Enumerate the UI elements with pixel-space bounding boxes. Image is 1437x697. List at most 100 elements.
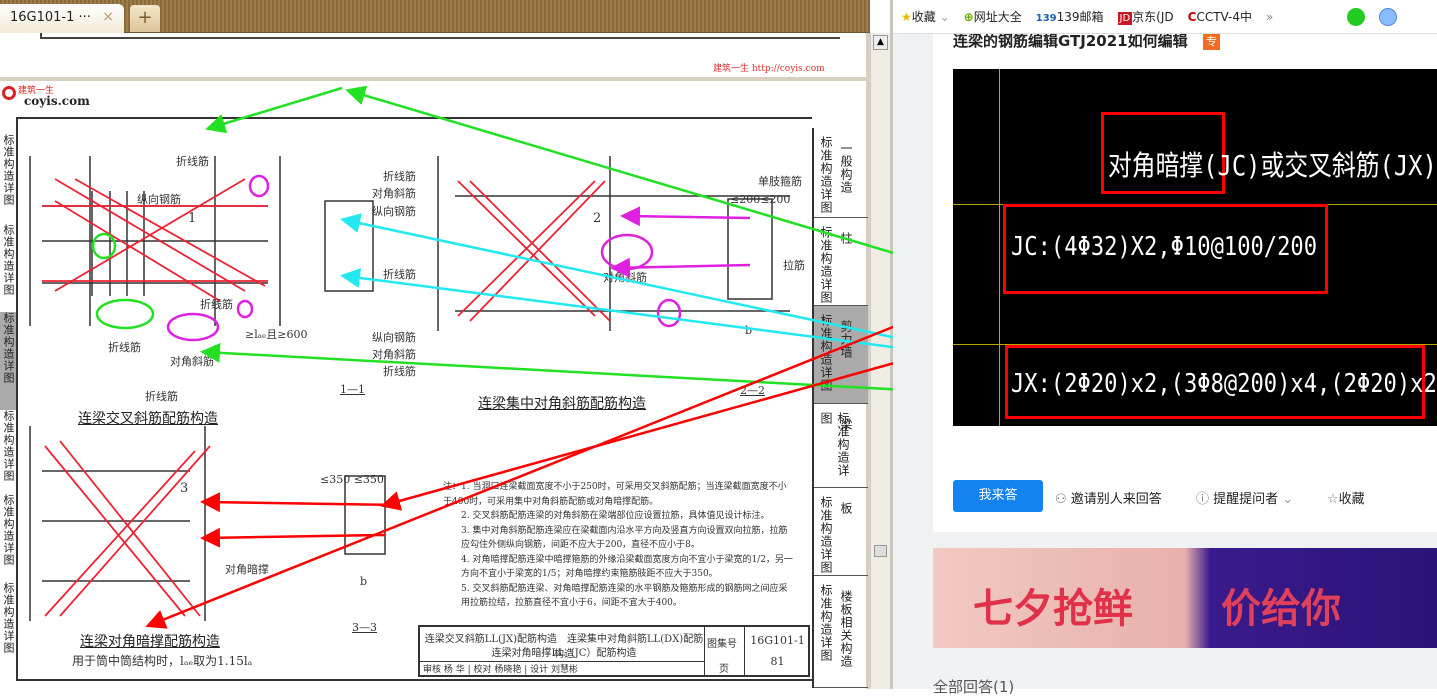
label-lae: ≥lₐₑ且≥600 bbox=[245, 328, 308, 341]
ad-banner[interactable]: 七夕抢鲜 价给你 bbox=[933, 548, 1437, 648]
label-b: b bbox=[360, 575, 368, 588]
bookmark-cctv[interactable]: CCCTV-4中 bbox=[1188, 8, 1252, 25]
left-index: 标准构造详图 标准构造详图 标准构造详图 标准构造详图 标准构造详图 标准构造详图 bbox=[0, 128, 16, 688]
tab-pdf[interactable]: 16G101-1 ··· × bbox=[0, 4, 124, 33]
label-zongxiang: 纵向钢筋 bbox=[372, 331, 416, 344]
right-index-item[interactable]: 标准构造详图板 bbox=[814, 488, 868, 576]
label-zhexian: 折线筋 bbox=[108, 341, 141, 354]
label-lajin: 拉筋 bbox=[783, 259, 805, 272]
index-label: 标准构造详图 bbox=[819, 584, 833, 662]
title-jc: 连梁对角暗撑配筋构造 bbox=[80, 634, 220, 650]
scroll-thumb[interactable] bbox=[874, 545, 887, 557]
title-block-signatures: 审核 杨 华 | 校对 杨晓艳 | 设计 刘慧彬 bbox=[420, 661, 704, 675]
index-section: 板 bbox=[839, 502, 853, 515]
answer-button[interactable]: 我来答 bbox=[953, 480, 1043, 512]
label-zongxiang: 纵向钢筋 bbox=[372, 205, 416, 218]
pdf-page: 建筑一生 coyis.com 折线筋 纵向钢筋 折线筋 折线筋 对角斜筋 折线筋… bbox=[0, 81, 868, 689]
right-index-item[interactable]: 标准构造详图 剪力墙 bbox=[814, 306, 868, 404]
question-image[interactable]: 对角暗撑(JC)或交叉斜筋(JX) JC:(4Φ32)X2,Φ10@100/20… bbox=[953, 69, 1437, 426]
image-text-jc: JC:(4Φ32)X2,Φ10@100/200 bbox=[1011, 232, 1318, 262]
right-index-item[interactable]: 标准构造详图 楼板相关构造 bbox=[814, 576, 868, 688]
left-index-item[interactable]: 标准构造详图 bbox=[0, 312, 16, 410]
label-duijiao: 对角斜筋 bbox=[372, 187, 416, 200]
label-spacing-350: ≤350 ≤350 bbox=[320, 473, 384, 486]
label-anchen: 对角暗撑 bbox=[225, 563, 269, 576]
139-icon: 139 bbox=[1035, 13, 1057, 24]
minus-circle-icon[interactable] bbox=[1379, 7, 1398, 26]
label-danzhi: 单肢箍筋 bbox=[758, 175, 802, 188]
atlas-label: 图集号 bbox=[707, 639, 737, 650]
label-duijiao: 对角斜筋 bbox=[603, 271, 647, 284]
answers-header: 全部回答(1) bbox=[933, 678, 1015, 696]
index-label: 标准构造详图 bbox=[819, 314, 833, 392]
left-index-item[interactable]: 标准构造详图 bbox=[0, 134, 16, 206]
label-zongxiang: 纵向钢筋 bbox=[137, 193, 181, 206]
invite-label: 邀请别人来回答 bbox=[1070, 492, 1162, 507]
bookmark-label: CCTV-4中 bbox=[1196, 10, 1253, 24]
new-tab-button[interactable]: + bbox=[130, 5, 160, 32]
scroll-up-icon[interactable]: ▲ bbox=[873, 35, 888, 50]
bookmark-label: 收藏 bbox=[911, 10, 936, 24]
label-zhexian: 折线筋 bbox=[145, 390, 178, 403]
remind-button[interactable]: ⓘ 提醒提问者 ⌄ bbox=[1196, 488, 1293, 507]
banner-text-2: 价给你 bbox=[1221, 586, 1341, 632]
atlas-number: 16G101-1 bbox=[750, 634, 805, 647]
bookmark-favorites[interactable]: ★收藏 ⌄ bbox=[901, 8, 950, 25]
note: 4. 对角暗撑配筋连梁中暗撑箍筋的外缘沿梁截面宽度方向不宜小于梁宽的1/2，另一… bbox=[461, 554, 793, 580]
bookmark-139[interactable]: 139139邮箱 bbox=[1036, 8, 1104, 25]
close-icon[interactable]: × bbox=[102, 9, 114, 25]
label-b: b bbox=[745, 324, 753, 337]
label-duijiao: 对角斜筋 bbox=[170, 355, 214, 368]
right-index-item[interactable]: 标准构造详图 一般构造 bbox=[814, 128, 868, 218]
label-zhexian: 折线筋 bbox=[383, 268, 416, 281]
vertical-scrollbar[interactable]: ▲ bbox=[870, 33, 890, 689]
note: 2. 交叉斜筋配筋连梁的对角斜筋在梁端部位应设置拉筋，具体值见设计标注。 bbox=[461, 511, 770, 521]
more-bookmarks[interactable]: » bbox=[1266, 10, 1273, 24]
title-dx: 连梁集中对角斜筋配筋构造 bbox=[478, 396, 646, 412]
watermark: 建筑一生 http://coyis.com bbox=[713, 64, 825, 74]
title-jc-note: 用于筒中筒结构时，lₐₑ取为1.15lₐ bbox=[70, 652, 255, 669]
badge-zhuan: 专 bbox=[1203, 33, 1220, 50]
bookmark-label: 139邮箱 bbox=[1056, 10, 1104, 24]
bookmark-hao[interactable]: ⊕网址大全 bbox=[964, 8, 1022, 25]
note: 注：1. 当洞口连梁截面宽度不小于250时，可采用交叉斜筋配筋；当连梁截面宽度不… bbox=[443, 482, 787, 507]
bookmarks-bar: ★收藏 ⌄ ⊕网址大全 139139邮箱 JD 京东(JD CCCTV-4中 » bbox=[893, 0, 1437, 34]
index-label: 标准构造详图 bbox=[819, 496, 833, 574]
note: 5. 交叉斜筋配筋连梁、对角暗撑配筋连梁的水平钢筋及箍筋形成的钢筋网之间应采用拉… bbox=[461, 583, 788, 609]
index-section: 柱 bbox=[839, 232, 853, 245]
remind-label: 提醒提问者 bbox=[1213, 492, 1279, 507]
info-icon: ⓘ bbox=[1196, 492, 1214, 507]
label-section-2: 2 bbox=[593, 211, 602, 226]
index-label: 标准构造详图 bbox=[819, 226, 833, 304]
index-section: 一般构造 bbox=[839, 142, 853, 194]
bookmark-label: 京东(JD bbox=[1132, 10, 1174, 24]
label-duijiao: 对角斜筋 bbox=[372, 348, 416, 361]
pdf-page-previous: 建筑一生 http://coyis.com bbox=[0, 33, 866, 77]
favorite-button[interactable]: ☆收藏 bbox=[1327, 488, 1365, 507]
invite-button[interactable]: ⚇ 邀请别人来回答 bbox=[1055, 488, 1162, 507]
chevron-down-icon: ⌄ bbox=[1278, 492, 1294, 507]
label-zhexian: 折线筋 bbox=[200, 298, 233, 311]
chevron-down-icon: ⌄ bbox=[935, 10, 950, 24]
image-text-jx: JX:(2Φ20)x2,(3Φ8@200)x4,(2Φ20)x2 bbox=[1011, 369, 1437, 399]
image-text-heading: 对角暗撑(JC)或交叉斜筋(JX) bbox=[1108, 149, 1437, 182]
title-block-line2: 连梁对角暗撑LL（JC）配筋构造 bbox=[491, 648, 637, 659]
index-label: 标准构造详图 bbox=[819, 136, 833, 214]
right-index-item[interactable]: 标准构造详图梁 bbox=[814, 404, 868, 488]
title-block: 连梁交叉斜筋LL(JX)配筋构造 连梁集中对角斜筋LL(DX)配筋构造 连梁对角… bbox=[418, 625, 810, 677]
favorite-label: 收藏 bbox=[1338, 492, 1365, 507]
left-index-item[interactable]: 标准构造详图 bbox=[0, 410, 16, 482]
jd-icon: JD bbox=[1117, 12, 1133, 25]
notes: 注：1. 当洞口连梁截面宽度不小于250时，可采用交叉斜筋配筋；当连梁截面宽度不… bbox=[443, 480, 793, 611]
page-label: 页 bbox=[719, 664, 729, 675]
label-section-3-3: 3—3 bbox=[352, 621, 377, 634]
right-index-item[interactable]: 标准构造详图柱 bbox=[814, 218, 868, 306]
user-plus-icon: ⚇ bbox=[1055, 492, 1071, 507]
left-index-item[interactable]: 标准构造详图 bbox=[0, 494, 16, 566]
left-index-item[interactable]: 标准构造详图 bbox=[0, 582, 16, 654]
left-index-item[interactable]: 标准构造详图 bbox=[0, 224, 16, 296]
reader-icon[interactable] bbox=[1347, 7, 1366, 26]
label-section-1: 1 bbox=[188, 211, 197, 226]
star-icon: ☆ bbox=[1327, 492, 1339, 507]
bookmark-jd[interactable]: JD 京东(JD bbox=[1117, 8, 1174, 25]
